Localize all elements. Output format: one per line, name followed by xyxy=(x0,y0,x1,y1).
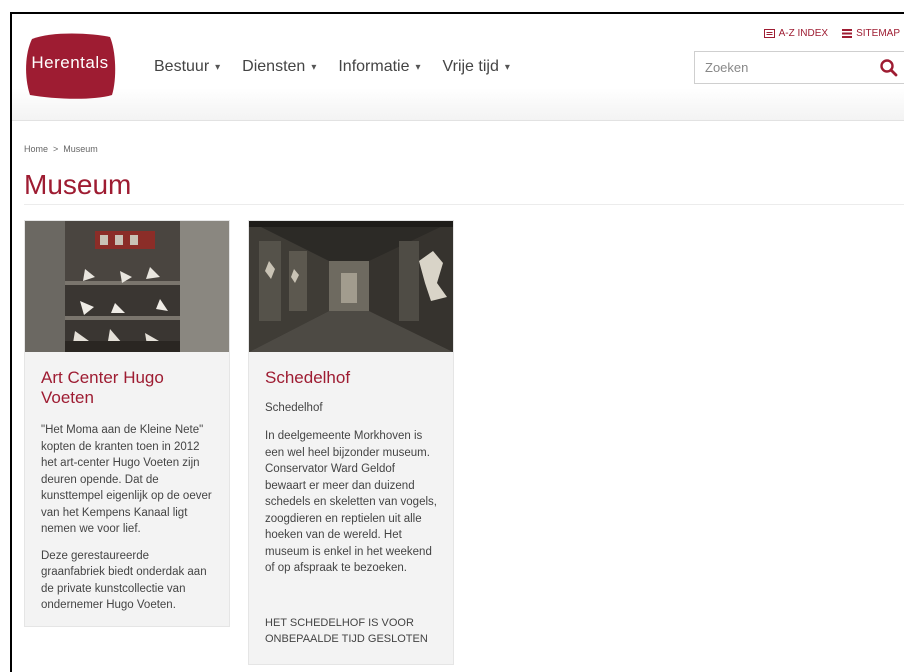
main-nav: Bestuur ▾ Diensten ▾ Informatie ▾ Vrije … xyxy=(154,58,532,76)
az-index-link[interactable]: A-Z INDEX xyxy=(763,28,829,39)
card-paragraph: Deze gerestaureerde graanfabriek biedt o… xyxy=(41,549,207,612)
site-header: Herentals Bestuur ▾ Diensten ▾ Informati… xyxy=(12,14,904,121)
card-schedelhof[interactable]: Schedelhof Schedelhof In deelgemeente Mo… xyxy=(248,220,454,665)
card-art-center[interactable]: Art Center Hugo Voeten "Het Moma aan de … xyxy=(24,220,230,627)
search-box xyxy=(694,51,904,84)
title-divider xyxy=(24,204,904,205)
chevron-down-icon: ▾ xyxy=(311,61,317,73)
card-image-art-center[interactable] xyxy=(25,221,229,352)
chevron-down-icon: ▾ xyxy=(215,61,221,73)
closure-notice: HET SCHEDELHOF IS VOOR ONBEPAALDE TIJD G… xyxy=(265,616,428,645)
card-title[interactable]: Art Center Hugo Voeten xyxy=(41,368,213,408)
utility-links: A-Z INDEX SITEMAP xyxy=(750,28,900,39)
nav-item-bestuur[interactable]: Bestuur ▾ xyxy=(154,58,220,76)
breadcrumb-separator: > xyxy=(53,144,59,154)
card-subtitle: Schedelhof xyxy=(265,402,323,414)
breadcrumb-home-link[interactable]: Home xyxy=(24,144,48,154)
menu-icon xyxy=(842,29,853,38)
nav-item-diensten[interactable]: Diensten ▾ xyxy=(242,58,316,76)
search-icon xyxy=(880,59,898,77)
card-title[interactable]: Schedelhof xyxy=(265,368,437,388)
chevron-down-icon: ▾ xyxy=(415,61,421,73)
nav-item-label: Informatie xyxy=(338,58,410,75)
card-paragraph: In deelgemeente Morkhoven is een wel hee… xyxy=(265,430,437,574)
nav-item-informatie[interactable]: Informatie ▾ xyxy=(338,58,420,76)
browser-viewport: Herentals Bestuur ▾ Diensten ▾ Informati… xyxy=(10,12,904,672)
card-paragraph: "Het Moma aan de Kleine Nete" kopten de … xyxy=(41,424,212,535)
az-index-label: A-Z INDEX xyxy=(778,28,829,39)
site-logo[interactable]: Herentals xyxy=(22,31,118,101)
sitemap-link[interactable]: SITEMAP xyxy=(842,28,900,39)
chevron-down-icon: ▾ xyxy=(504,61,510,73)
nav-item-label: Vrije tijd xyxy=(442,58,499,75)
card-body: Schedelhof Schedelhof In deelgemeente Mo… xyxy=(249,352,453,661)
nav-item-label: Diensten xyxy=(242,58,306,75)
museum-hall-photo xyxy=(249,221,453,352)
search-button[interactable] xyxy=(879,58,899,78)
nav-item-vrije-tijd[interactable]: Vrije tijd ▾ xyxy=(443,58,510,76)
breadcrumb: Home > Museum xyxy=(24,144,98,154)
index-icon xyxy=(763,29,775,38)
page-title: Museum xyxy=(24,169,132,200)
search-input[interactable] xyxy=(695,52,885,83)
sitemap-label: SITEMAP xyxy=(856,28,900,39)
gallery-photo xyxy=(25,221,229,352)
breadcrumb-current: Museum xyxy=(63,144,98,154)
nav-item-label: Bestuur xyxy=(154,58,210,75)
card-body: Art Center Hugo Voeten "Het Moma aan de … xyxy=(25,352,229,638)
logo-text: Herentals xyxy=(31,53,109,72)
card-image-schedelhof[interactable] xyxy=(249,221,453,352)
